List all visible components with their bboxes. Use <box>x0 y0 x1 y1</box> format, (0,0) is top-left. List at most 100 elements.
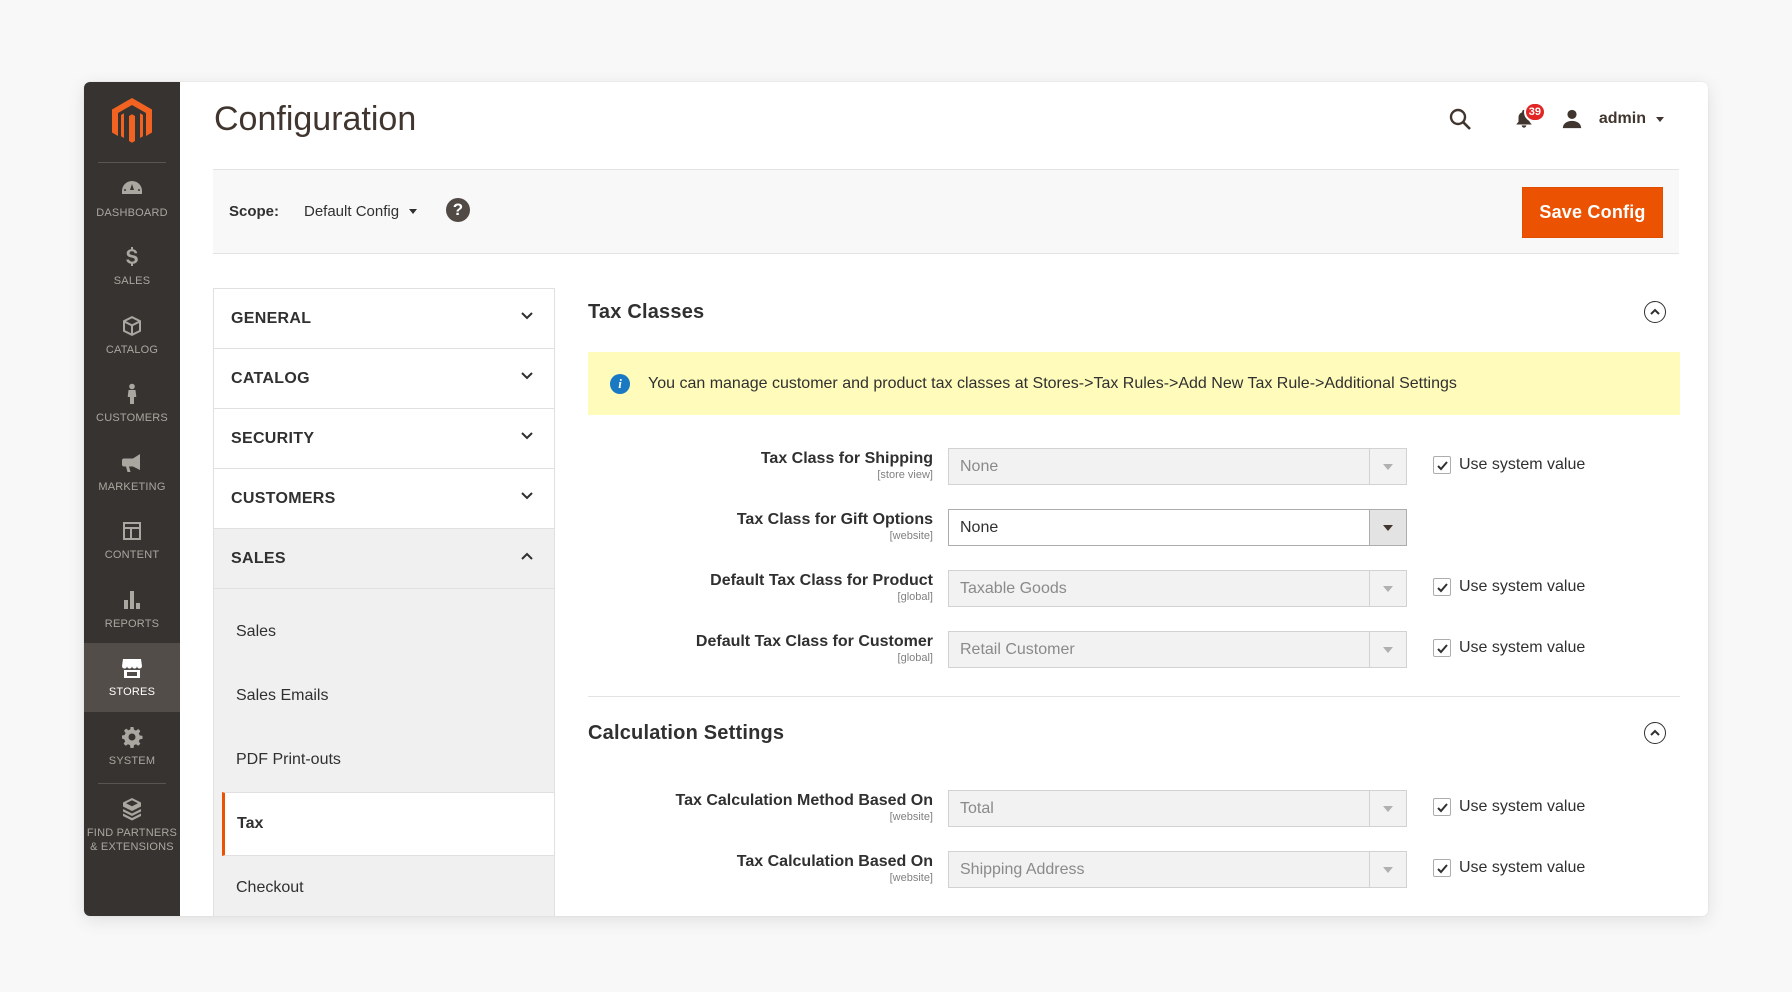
person-icon <box>127 383 137 404</box>
field-scope: [store view] <box>877 469 933 481</box>
field-default-tax-class-customer: Default Tax Class for Customer [global] … <box>588 622 1680 683</box>
extensions-icon <box>123 797 141 820</box>
bar-chart-icon <box>124 591 140 609</box>
search-button[interactable] <box>1445 104 1475 134</box>
default-tax-class-customer-select[interactable]: Retail Customer <box>948 631 1407 668</box>
magento-logo-icon[interactable] <box>109 96 155 144</box>
section-title: Calculation Settings <box>588 721 785 744</box>
tax-calc-method-select[interactable]: Total <box>948 790 1407 827</box>
sidebar-item-label: CONTENT <box>104 549 160 561</box>
field-label: Tax Class for Shipping [store view] <box>761 450 933 481</box>
sales-subtabs: Sales Sales Emails PDF Print-outs Tax Ch… <box>213 600 555 916</box>
field-label: Tax Class for Gift Options [website] <box>737 511 933 542</box>
use-system-value-checkbox[interactable]: Use system value <box>1433 639 1585 657</box>
store-icon <box>122 659 142 678</box>
info-notice: i You can manage customer and product ta… <box>588 352 1680 415</box>
tab-sales[interactable]: SALES <box>213 528 555 588</box>
chevron-down-icon <box>1369 852 1406 887</box>
tab-catalog[interactable]: CATALOG <box>213 348 555 408</box>
sidebar-item-system[interactable]: SYSTEM <box>84 712 180 781</box>
use-system-value-checkbox[interactable]: Use system value <box>1433 456 1585 474</box>
tax-class-gift-options-select[interactable]: None <box>948 509 1407 546</box>
tab-customers[interactable]: CUSTOMERS <box>213 468 555 528</box>
layout-icon <box>123 522 141 540</box>
sidebar-item-label-line2: & EXTENSIONS <box>90 840 174 853</box>
checkbox-checked-icon <box>1433 859 1451 877</box>
header-actions: 39 admin <box>1445 102 1664 136</box>
subtab-sales[interactable]: Sales <box>214 600 554 664</box>
sidebar-item-label-line1: FIND PARTNERS <box>86 826 178 839</box>
help-icon[interactable]: ? <box>446 198 470 222</box>
sidebar-item-label: SALES <box>113 275 151 287</box>
use-system-value-checkbox[interactable]: Use system value <box>1433 578 1585 596</box>
select-value: Retail Customer <box>960 640 1075 658</box>
subtab-pdf-printouts[interactable]: PDF Print-outs <box>214 728 554 792</box>
scope-label: Scope: <box>229 203 280 220</box>
subtab-tax[interactable]: Tax <box>222 792 554 856</box>
sidebar-item-label: REPORTS <box>104 618 160 630</box>
sidebar-item-customers[interactable]: CUSTOMERS <box>84 369 180 438</box>
tax-class-shipping-select[interactable]: None <box>948 448 1407 485</box>
sidebar-item-catalog[interactable]: CATALOG <box>84 301 180 370</box>
field-label-text: Tax Class for Shipping <box>760 450 933 467</box>
sidebar-divider <box>98 783 166 784</box>
user-icon <box>1562 109 1582 129</box>
subtab-sales-emails[interactable]: Sales Emails <box>214 664 554 728</box>
chevron-down-icon <box>1369 791 1406 826</box>
chevron-down-icon <box>520 369 534 388</box>
field-label-text: Tax Calculation Based On <box>736 853 933 870</box>
field-label-text: Default Tax Class for Customer <box>695 633 933 650</box>
subtab-checkout[interactable]: Checkout <box>214 856 554 916</box>
sidebar-item-sales[interactable]: SALES <box>84 232 180 301</box>
use-system-value-checkbox[interactable]: Use system value <box>1433 798 1585 816</box>
field-tax-class-shipping: Tax Class for Shipping [store view] None… <box>588 439 1680 500</box>
notice-text: You can manage customer and product tax … <box>648 374 1457 392</box>
admin-window: DASHBOARD SALES CATALOG CUSTOMERS MARKET… <box>84 82 1708 916</box>
page-title: Configuration <box>214 100 417 138</box>
chevron-down-icon <box>1369 571 1406 606</box>
notification-badge: 39 <box>1523 102 1546 122</box>
select-value: None <box>960 457 999 475</box>
use-system-label: Use system value <box>1459 859 1586 876</box>
use-system-label: Use system value <box>1459 798 1586 815</box>
field-tax-class-gift-options: Tax Class for Gift Options [website] Non… <box>588 500 1680 561</box>
sidebar-item-label: SYSTEM <box>108 755 156 767</box>
sidebar-item-label: FIND PARTNERS & EXTENSIONS <box>87 826 177 854</box>
sidebar-item-reports[interactable]: REPORTS <box>84 575 180 644</box>
checkbox-checked-icon <box>1433 639 1451 657</box>
sidebar-item-label: STORES <box>108 686 156 698</box>
section-calculation-settings-header[interactable]: Calculation Settings <box>588 709 1680 757</box>
info-icon: i <box>610 373 630 394</box>
sidebar-item-marketing[interactable]: MARKETING <box>84 438 180 507</box>
use-system-value-checkbox[interactable]: Use system value <box>1433 859 1585 877</box>
scope-switcher[interactable]: Default Config <box>304 203 418 220</box>
sidebar-item-stores[interactable]: STORES <box>84 643 180 712</box>
sidebar-item-dashboard[interactable]: DASHBOARD <box>84 164 180 233</box>
box-icon <box>123 316 141 336</box>
sidebar-item-label: DASHBOARD <box>96 207 168 219</box>
user-menu-button[interactable]: admin <box>1561 108 1664 130</box>
field-default-tax-class-product: Default Tax Class for Product [global] T… <box>588 561 1680 622</box>
scope-value: Default Config <box>304 203 400 220</box>
save-config-button[interactable]: Save Config <box>1522 187 1663 238</box>
default-tax-class-product-select[interactable]: Taxable Goods <box>948 570 1407 607</box>
tax-calc-based-on-select[interactable]: Shipping Address <box>948 851 1407 888</box>
sidebar-item-find-partners[interactable]: FIND PARTNERS & EXTENSIONS <box>84 786 180 864</box>
select-value: Shipping Address <box>960 860 1085 878</box>
section-tax-classes-header[interactable]: Tax Classes <box>588 288 1680 336</box>
select-value: Taxable Goods <box>960 579 1067 597</box>
field-scope: [global] <box>897 652 933 664</box>
chevron-down-icon <box>1656 116 1664 122</box>
sidebar-item-label: CUSTOMERS <box>96 412 168 424</box>
config-main: Tax Classes i You can manage customer an… <box>588 288 1680 903</box>
tab-divider <box>213 588 555 600</box>
sidebar-item-label: MARKETING <box>98 481 166 493</box>
tab-security[interactable]: SECURITY <box>213 408 555 468</box>
field-label: Default Tax Class for Product [global] <box>710 572 933 603</box>
tab-general[interactable]: GENERAL <box>213 288 555 348</box>
chevron-down-icon <box>409 209 418 214</box>
notifications-button[interactable]: 39 <box>1509 102 1546 134</box>
tab-label: GENERAL <box>231 309 312 327</box>
sidebar-item-content[interactable]: CONTENT <box>84 506 180 575</box>
select-value: Total <box>960 799 994 817</box>
